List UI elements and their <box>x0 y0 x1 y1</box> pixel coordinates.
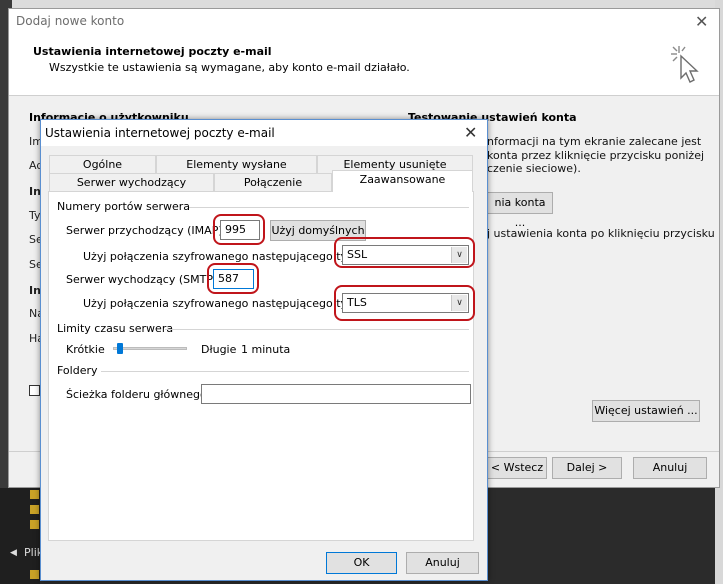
incoming-encryption-value: SSL <box>347 248 368 261</box>
add-account-title: Dodaj nowe konto <box>16 14 125 28</box>
timeout-slider-track[interactable] <box>113 347 187 350</box>
timeouts-group-label: Limity czasu serwera <box>57 322 174 335</box>
cursor-click-icon <box>671 46 699 83</box>
outgoing-encryption-label: Użyj połączenia szyfrowanego następujące… <box>83 297 365 310</box>
tab-sent-items[interactable]: Elementy wysłane <box>156 155 317 173</box>
tab-connection[interactable]: Połączenie <box>214 173 332 191</box>
cancel-button[interactable]: Anuluj <box>633 457 707 479</box>
outgoing-port-field[interactable]: 587 <box>213 269 254 289</box>
timeout-value: 1 minuta <box>241 343 291 356</box>
folders-group-label: Foldery <box>57 364 98 377</box>
cancel-button[interactable]: Anuluj <box>406 552 479 574</box>
root-folder-label: Ścieżka folderu głównego: <box>66 388 211 401</box>
outgoing-encryption-select[interactable]: TLS ∨ <box>342 293 469 313</box>
root-folder-field[interactable] <box>201 384 471 404</box>
incoming-port-field[interactable]: 995 <box>220 220 260 240</box>
timeout-slider-thumb[interactable] <box>117 343 124 354</box>
folder-icon <box>30 505 39 514</box>
side-label: Ty <box>29 209 41 222</box>
test-info-text: konta przez kliknięcie przycisku poniżej <box>487 149 705 162</box>
folder-icon <box>30 520 39 529</box>
close-icon[interactable]: ✕ <box>464 123 477 142</box>
close-icon[interactable]: ✕ <box>695 12 708 31</box>
folder-icon <box>30 490 39 499</box>
add-account-heading: Ustawienia internetowej poczty e-mail <box>33 45 272 58</box>
chevron-down-icon[interactable]: ∨ <box>451 295 467 311</box>
add-account-titlebar: Dodaj nowe konto ✕ <box>9 9 719 34</box>
back-button[interactable]: < Wstecz <box>487 457 547 479</box>
tab-outgoing-server[interactable]: Serwer wychodzący <box>49 173 214 191</box>
timeout-long-label: Długie <box>201 343 237 356</box>
tab-general[interactable]: Ogólne <box>49 155 156 173</box>
test-account-button[interactable]: nia konta ... <box>487 192 553 229</box>
incoming-encryption-select[interactable]: SSL ∨ <box>342 245 469 265</box>
more-settings-button[interactable]: Więcej ustawień ... <box>592 400 700 422</box>
incoming-server-label: Serwer przychodzący (IMAP): <box>66 224 227 237</box>
remember-checkbox[interactable] <box>29 385 40 396</box>
ok-button[interactable]: OK <box>326 552 397 574</box>
test-info-text: czenie sieciowe). <box>487 162 581 175</box>
chevron-down-icon[interactable]: ∨ <box>451 247 467 263</box>
outgoing-server-label: Serwer wychodzący (SMTP): <box>66 273 221 286</box>
email-settings-titlebar: Ustawienia internetowej poczty e-mail ✕ <box>41 120 487 146</box>
timeout-short-label: Krótkie <box>66 343 105 356</box>
folders-group-line <box>101 371 469 372</box>
add-account-subheading: Wszystkie te ustawienia są wymagane, aby… <box>49 61 410 74</box>
email-settings-dialog: Ustawienia internetowej poczty e-mail ✕ … <box>40 119 488 581</box>
outgoing-encryption-value: TLS <box>347 296 367 309</box>
timeouts-group-line <box>165 329 469 330</box>
ports-group-line <box>189 207 469 208</box>
next-button[interactable]: Dalej > <box>552 457 622 479</box>
collapse-triangle-icon[interactable]: ◀ <box>10 548 17 558</box>
ports-group-label: Numery portów serwera <box>57 200 191 213</box>
background-top <box>0 0 723 8</box>
test-info-text: j ustawienia konta po kliknięciu przycis… <box>487 227 715 240</box>
email-settings-title: Ustawienia internetowej poczty e-mail <box>45 126 275 140</box>
incoming-encryption-label: Użyj połączenia szyfrowanego następujące… <box>83 250 365 263</box>
test-info-text: nformacji na tym ekranie zalecane jest <box>487 135 702 148</box>
tab-advanced[interactable]: Zaawansowane <box>332 170 473 191</box>
folder-icon <box>30 570 39 579</box>
